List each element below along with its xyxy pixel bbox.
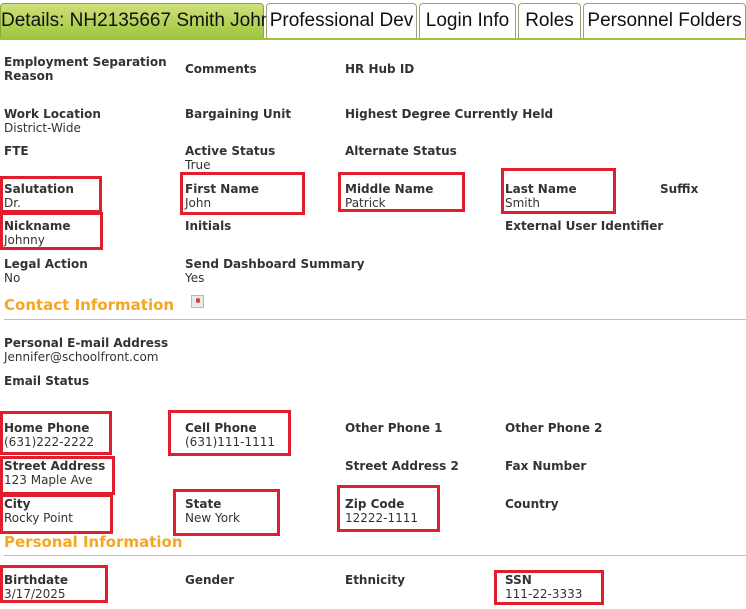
nickname-value: Johnny xyxy=(4,233,45,247)
personal-email-value: Jennifer@schoolfront.com xyxy=(4,350,159,364)
salutation-value: Dr. xyxy=(4,196,21,210)
contact-divider xyxy=(4,319,746,320)
first-name-value: John xyxy=(185,196,212,210)
tab-details[interactable]: Details: NH2135667 Smith John xyxy=(0,3,271,40)
zip-code-value: 12222-1111 xyxy=(345,511,419,525)
other-phone-2-label: Other Phone 2 xyxy=(505,421,603,435)
highest-degree-label: Highest Degree Currently Held xyxy=(345,107,554,121)
street-address-label: Street Address xyxy=(4,459,106,473)
map-pin-icon[interactable] xyxy=(191,295,204,308)
work-location-label: Work Location xyxy=(4,107,101,121)
other-phone-1-label: Other Phone 1 xyxy=(345,421,443,435)
birthdate-label: Birthdate xyxy=(4,573,69,587)
fax-number-label: Fax Number xyxy=(505,459,587,473)
cell-phone-label: Cell Phone xyxy=(185,421,257,435)
tab-bar: Details: NH2135667 Smith John Profession… xyxy=(0,0,746,40)
zip-code-label: Zip Code xyxy=(345,497,405,511)
home-phone-label: Home Phone xyxy=(4,421,90,435)
nickname-label: Nickname xyxy=(4,219,71,233)
state-label: State xyxy=(185,497,222,511)
ethnicity-label: Ethnicity xyxy=(345,573,405,587)
employment-separation-label-line2: Reason xyxy=(4,69,54,83)
tab-personnel-folders[interactable]: Personnel Folders xyxy=(583,3,746,38)
home-phone-value: (631)222-2222 xyxy=(4,435,95,449)
first-name-label: First Name xyxy=(185,182,260,196)
street-address-2-label: Street Address 2 xyxy=(345,459,459,473)
comments-label: Comments xyxy=(185,62,257,76)
personal-information-title: Personal Information xyxy=(4,533,183,551)
alternate-status-label: Alternate Status xyxy=(345,144,457,158)
send-dashboard-summary-value: Yes xyxy=(185,271,205,285)
ssn-label: SSN xyxy=(505,573,532,587)
personal-email-label: Personal E-mail Address xyxy=(4,336,169,350)
initials-label: Initials xyxy=(185,219,232,233)
gender-label: Gender xyxy=(185,573,235,587)
contact-information-title: Contact Information xyxy=(4,296,175,314)
active-status-value: True xyxy=(185,158,211,172)
tab-professional-dev[interactable]: Professional Dev xyxy=(266,3,417,38)
work-location-value: District-Wide xyxy=(4,121,81,135)
suffix-label: Suffix xyxy=(660,182,699,196)
personal-divider xyxy=(4,555,746,556)
legal-action-value: No xyxy=(4,271,21,285)
hr-hub-id-label: HR Hub ID xyxy=(345,62,415,76)
tab-underline xyxy=(0,38,746,40)
state-value: New York xyxy=(185,511,240,525)
active-status-label: Active Status xyxy=(185,144,276,158)
tab-login-info[interactable]: Login Info xyxy=(419,3,516,38)
last-name-label: Last Name xyxy=(505,182,577,196)
send-dashboard-summary-label: Send Dashboard Summary xyxy=(185,257,365,271)
email-status-label: Email Status xyxy=(4,374,90,388)
ssn-value: 111-22-3333 xyxy=(505,587,583,601)
street-address-value: 123 Maple Ave xyxy=(4,473,93,487)
country-label: Country xyxy=(505,497,559,511)
employment-separation-label-line1: Employment Separation xyxy=(4,55,167,69)
fte-label: FTE xyxy=(4,144,29,158)
bargaining-unit-label: Bargaining Unit xyxy=(185,107,292,121)
birthdate-value: 3/17/2025 xyxy=(4,587,66,601)
last-name-value: Smith xyxy=(505,196,540,210)
legal-action-label: Legal Action xyxy=(4,257,88,271)
tab-roles[interactable]: Roles xyxy=(518,3,581,38)
middle-name-value: Patrick xyxy=(345,196,386,210)
city-label: City xyxy=(4,497,31,511)
salutation-label: Salutation xyxy=(4,182,74,196)
external-user-identifier-label: External User Identifier xyxy=(505,219,664,233)
middle-name-label: Middle Name xyxy=(345,182,434,196)
cell-phone-value: (631)111-1111 xyxy=(185,435,276,449)
city-value: Rocky Point xyxy=(4,511,73,525)
